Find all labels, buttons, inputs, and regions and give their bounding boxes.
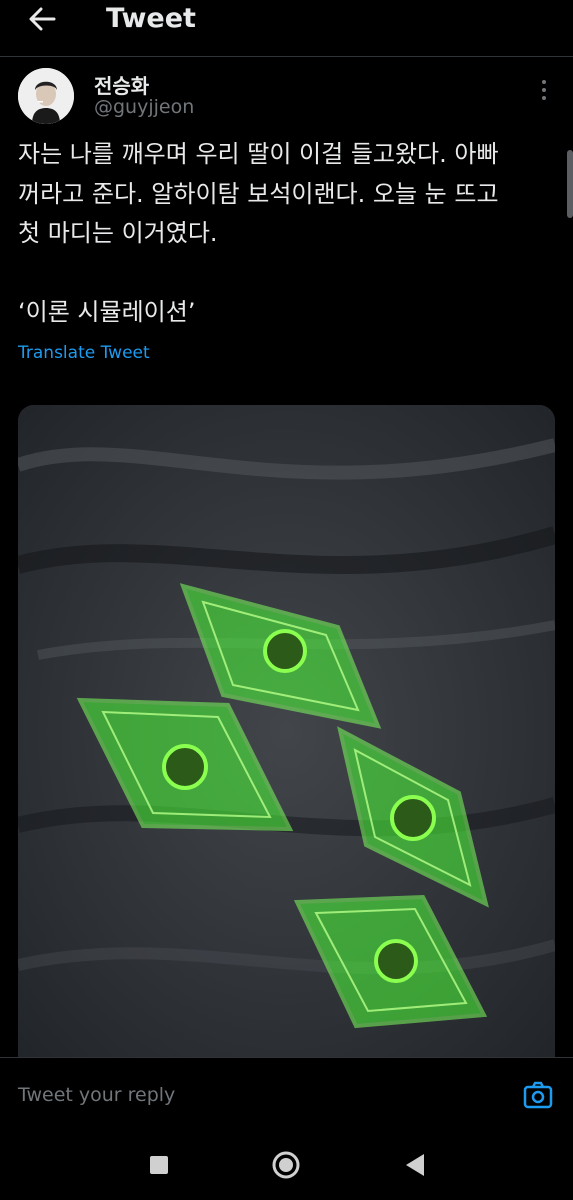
back-button[interactable]	[22, 2, 62, 36]
reply-input[interactable]: Tweet your reply	[18, 1084, 175, 1106]
recent-apps-button[interactable]	[144, 1150, 174, 1180]
arrow-left-icon	[29, 7, 56, 31]
avatar-photo	[18, 68, 74, 124]
tweet-line: 자는 나를 깨우며 우리 딸이 이걸 들고왔다. 아빠	[18, 140, 499, 168]
tweet-quote-line: ‘이론 시뮬레이션’	[18, 298, 196, 326]
translate-tweet-link[interactable]: Translate Tweet	[18, 343, 150, 363]
author-handle[interactable]: @guyjjeon	[94, 96, 194, 118]
tweet-author: 전승화 @guyjjeon	[18, 68, 558, 124]
page-title: Tweet	[106, 3, 196, 34]
square-icon	[150, 1156, 168, 1174]
camera-button[interactable]	[522, 1079, 554, 1111]
system-navigation-bar	[0, 1137, 573, 1200]
photo-green-gems	[18, 405, 555, 1057]
home-button[interactable]	[271, 1150, 301, 1180]
back-nav-button[interactable]	[400, 1150, 430, 1180]
author-display-name[interactable]: 전승화	[94, 70, 149, 99]
avatar[interactable]	[18, 68, 74, 124]
tweet-photo[interactable]	[18, 405, 555, 1057]
top-app-bar: Tweet	[0, 0, 573, 57]
tweet-line: 꺼라고 준다. 알하이탐 보석이랜다. 오늘 눈 뜨고	[18, 179, 499, 208]
tweet-line: 첫 마디는 이거였다.	[18, 219, 218, 247]
tweet-body: 자는 나를 깨우며 우리 딸이 이걸 들고왔다. 아빠 꺼라고 준다. 알하이탐…	[18, 135, 558, 333]
triangle-back-icon	[406, 1154, 424, 1176]
scrollbar[interactable]	[567, 150, 573, 218]
reply-bar: Tweet your reply	[0, 1057, 573, 1138]
vertical-dots-icon	[542, 80, 546, 100]
camera-icon	[523, 1081, 553, 1109]
more-options-button[interactable]	[534, 78, 554, 102]
circle-icon	[272, 1151, 300, 1179]
